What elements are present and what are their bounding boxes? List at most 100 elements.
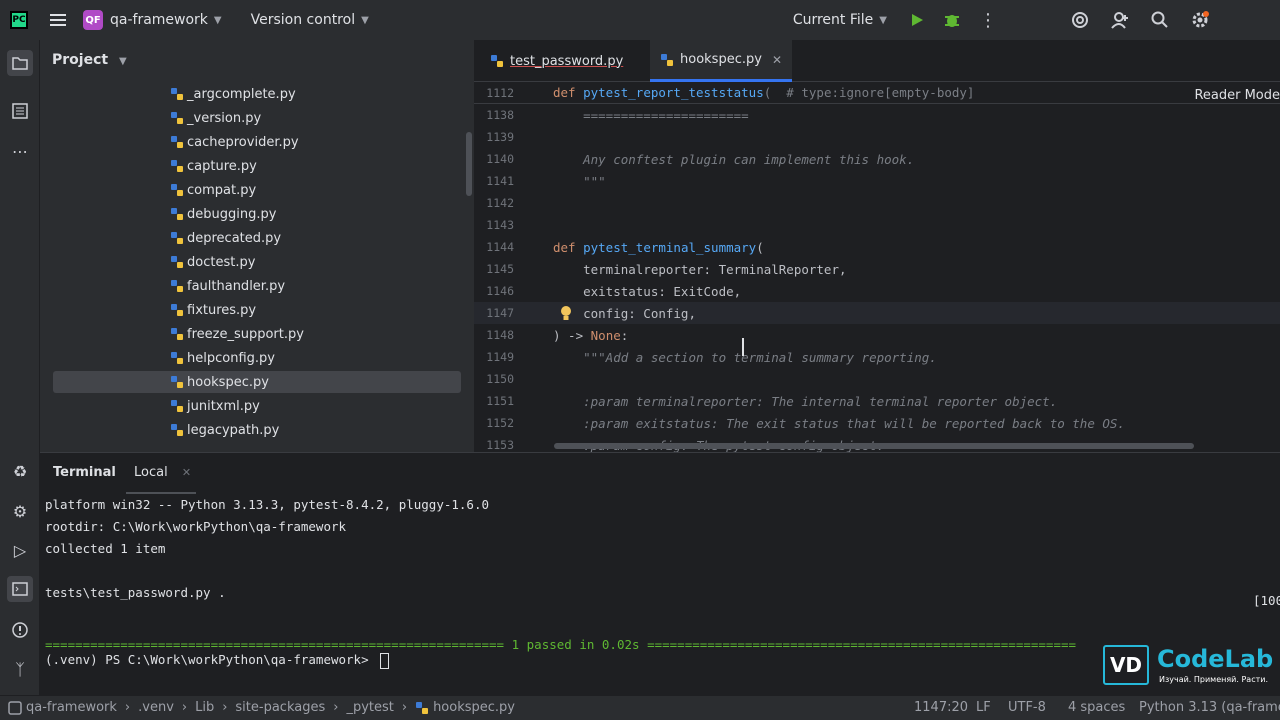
- code-text: :param terminalreporter: The internal te…: [553, 394, 1057, 409]
- settings-gear-icon[interactable]: [1190, 10, 1210, 30]
- function-name: pytest_terminal_summary: [583, 239, 757, 255]
- run-tool-icon[interactable]: ▷: [9, 539, 31, 561]
- tree-item[interactable]: freeze_support.py: [170, 323, 304, 345]
- sticky-header-line[interactable]: 1112 def pytest_report_teststatus( # typ…: [474, 82, 1280, 104]
- project-folder-icon[interactable]: [7, 50, 33, 76]
- python-file-icon: [171, 280, 183, 292]
- code-line[interactable]: 1148) -> None:: [474, 324, 1280, 346]
- line-number: 1146: [486, 284, 514, 298]
- tree-item[interactable]: compat.py: [170, 179, 256, 201]
- breadcrumb-item[interactable]: qa-framework: [26, 700, 117, 715]
- code-line[interactable]: 1141 """: [474, 170, 1280, 192]
- tree-item[interactable]: faulthandler.py: [170, 275, 285, 297]
- breadcrumb-item[interactable]: Lib: [195, 700, 214, 715]
- lightbulb-icon[interactable]: [559, 305, 573, 321]
- code-line[interactable]: 1144 def pytest_terminal_summary(: [474, 236, 1280, 258]
- tab-label: Local: [134, 465, 168, 480]
- ai-assistant-icon[interactable]: [1071, 11, 1089, 29]
- code-line[interactable]: 1143: [474, 214, 1280, 236]
- tab-local[interactable]: Local ✕: [134, 465, 191, 480]
- code-line[interactable]: 1140 Any conftest plugin can implement t…: [474, 148, 1280, 170]
- terminal-panel: Terminal Local ✕ platform win32 -- Pytho…: [40, 452, 1280, 695]
- code-line[interactable]: 1151 :param terminalreporter: The intern…: [474, 390, 1280, 412]
- tree-item-label: _argcomplete.py: [187, 86, 296, 102]
- tree-item[interactable]: helpconfig.py: [170, 347, 275, 369]
- code-line[interactable]: 1149 """Add a section to terminal summar…: [474, 346, 1280, 368]
- run-config-selector[interactable]: Current File ▼: [786, 0, 887, 40]
- line-number: 1142: [486, 196, 514, 210]
- code-line[interactable]: 1139: [474, 126, 1280, 148]
- close-tab-icon[interactable]: ✕: [182, 466, 191, 479]
- line-number: 1149: [486, 350, 514, 364]
- line-ending[interactable]: LF: [976, 700, 991, 715]
- services-icon[interactable]: ⚙: [9, 500, 31, 522]
- tree-item[interactable]: deprecated.py: [170, 227, 281, 249]
- chevron-down-icon: ▼: [361, 14, 369, 26]
- code-segment: ======================: [553, 107, 749, 123]
- python-packages-icon[interactable]: ♻: [9, 460, 31, 482]
- terminal-tool-icon[interactable]: [7, 576, 33, 602]
- editor-horizontal-scrollbar[interactable]: [554, 443, 1194, 449]
- python-file-icon: [171, 376, 183, 388]
- git-icon[interactable]: ᛉ: [9, 658, 31, 680]
- breadcrumb-item[interactable]: hookspec.py: [433, 700, 515, 715]
- breadcrumb-item[interactable]: .venv: [138, 700, 174, 715]
- tree-item[interactable]: debugging.py: [170, 203, 276, 225]
- run-icon[interactable]: [909, 12, 925, 28]
- code-line[interactable]: 1138 ======================: [474, 104, 1280, 126]
- structure-icon[interactable]: [9, 100, 31, 122]
- code-line[interactable]: 1142: [474, 192, 1280, 214]
- tree-item[interactable]: capture.py: [170, 155, 257, 177]
- project-switcher[interactable]: QF qa-framework ▼: [66, 0, 222, 40]
- tree-item[interactable]: hookspec.py: [170, 371, 269, 393]
- main-menu-icon[interactable]: [50, 14, 66, 26]
- terminal-output-line: platform win32 -- Python 3.13.3, pytest-…: [45, 497, 490, 512]
- tree-item[interactable]: junitxml.py: [170, 395, 260, 417]
- cursor-position[interactable]: 1147:20: [914, 700, 968, 715]
- line-number: 1143: [486, 218, 514, 232]
- tree-item[interactable]: _version.py: [170, 107, 261, 129]
- add-user-icon[interactable]: [1111, 11, 1129, 29]
- project-scrollbar[interactable]: [466, 132, 472, 196]
- indent-setting[interactable]: 4 spaces: [1068, 700, 1125, 715]
- tab-label: hookspec.py: [680, 52, 762, 67]
- chevron-down-icon: ▼: [118, 56, 127, 67]
- pycharm-logo-icon[interactable]: PC: [10, 11, 28, 29]
- more-actions-icon[interactable]: ⋮: [979, 10, 997, 31]
- vcs-menu[interactable]: Version control ▼: [244, 0, 369, 40]
- more-tools-icon[interactable]: ⋯: [9, 140, 31, 162]
- tree-item[interactable]: fixtures.py: [170, 299, 256, 321]
- tab-hookspec[interactable]: hookspec.py ✕: [650, 40, 792, 82]
- tree-item-label: doctest.py: [187, 254, 256, 270]
- tree-item-label: cacheprovider.py: [187, 134, 299, 150]
- top-toolbar: PC QF qa-framework ▼ Version control ▼ C…: [0, 0, 1280, 40]
- project-icon: [8, 700, 22, 715]
- code-line[interactable]: 1147 config: Config,: [474, 302, 1280, 324]
- code-line[interactable]: 1146 exitstatus: ExitCode,: [474, 280, 1280, 302]
- breadcrumb-item[interactable]: site-packages: [235, 700, 325, 715]
- code-line[interactable]: 1152 :param exitstatus: The exit status …: [474, 412, 1280, 434]
- line-number: 1138: [486, 108, 514, 122]
- search-icon[interactable]: [1151, 11, 1169, 29]
- problems-icon[interactable]: [9, 619, 31, 641]
- shell-prompt[interactable]: (.venv) PS C:\Work\workPython\qa-framewo…: [45, 652, 390, 669]
- tree-item[interactable]: cacheprovider.py: [170, 131, 299, 153]
- tree-item-label: junitxml.py: [187, 398, 260, 414]
- code-segment: """Add a section to terminal summary rep…: [553, 349, 937, 365]
- tree-item-label: freeze_support.py: [187, 326, 304, 342]
- breadcrumb-item[interactable]: _pytest: [346, 700, 393, 715]
- left-tool-strip: ⋯ ♻ ⚙ ▷ ᛉ: [0, 40, 40, 695]
- file-encoding[interactable]: UTF-8: [1008, 700, 1046, 715]
- python-file-icon: [171, 88, 183, 100]
- tree-item[interactable]: _argcomplete.py: [170, 83, 296, 105]
- tab-test-password[interactable]: test_password.py: [486, 40, 627, 82]
- code-line[interactable]: 1150: [474, 368, 1280, 390]
- close-tab-icon[interactable]: ✕: [772, 53, 782, 67]
- chevron-right-icon: ›: [333, 700, 339, 715]
- python-interpreter[interactable]: Python 3.13 (qa-frame: [1139, 700, 1280, 715]
- code-line[interactable]: 1145 terminalreporter: TerminalReporter,: [474, 258, 1280, 280]
- tree-item[interactable]: doctest.py: [170, 251, 255, 273]
- tree-item[interactable]: legacypath.py: [170, 419, 279, 441]
- project-panel-header[interactable]: Project ▼: [52, 52, 127, 68]
- debug-icon[interactable]: [943, 11, 961, 29]
